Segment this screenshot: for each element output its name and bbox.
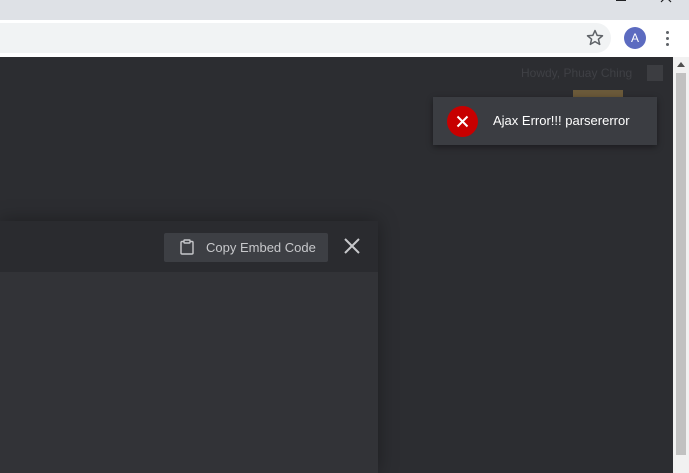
copy-embed-code-label: Copy Embed Code bbox=[206, 240, 316, 255]
restore-icon bbox=[616, 0, 626, 1]
browser-menu-icon[interactable] bbox=[662, 28, 672, 48]
bookmark-star-icon[interactable] bbox=[585, 28, 605, 48]
browser-toolbar: A bbox=[0, 20, 689, 57]
copy-embed-code-button[interactable]: Copy Embed Code bbox=[164, 233, 328, 262]
error-x-icon bbox=[447, 106, 478, 137]
error-message: Ajax Error!!! parsererror bbox=[493, 113, 630, 128]
embed-code-modal: Copy Embed Code bbox=[0, 221, 378, 473]
error-toast[interactable]: Ajax Error!!! parsererror bbox=[433, 97, 657, 145]
minimize-button[interactable] bbox=[566, 0, 582, 10]
window-close-icon bbox=[660, 0, 672, 3]
scrollbar-thumb[interactable] bbox=[676, 73, 686, 455]
scroll-up-arrow-icon[interactable] bbox=[677, 62, 685, 67]
clipboard-icon bbox=[180, 239, 194, 255]
address-bar[interactable] bbox=[0, 23, 611, 53]
browser-title-bar bbox=[0, 0, 689, 20]
restore-button[interactable] bbox=[612, 0, 628, 10]
window-close-button[interactable] bbox=[658, 0, 674, 10]
user-greeting[interactable]: Howdy, Phuay Ching bbox=[521, 66, 632, 80]
profile-avatar[interactable]: A bbox=[624, 27, 646, 49]
page-content: Howdy, Phuay Ching Copy Embed Code Ajax … bbox=[0, 57, 673, 473]
close-icon[interactable] bbox=[343, 237, 361, 255]
modal-header: Copy Embed Code bbox=[0, 221, 378, 272]
page-scrollbar[interactable] bbox=[673, 57, 689, 473]
user-avatar[interactable] bbox=[647, 65, 663, 81]
